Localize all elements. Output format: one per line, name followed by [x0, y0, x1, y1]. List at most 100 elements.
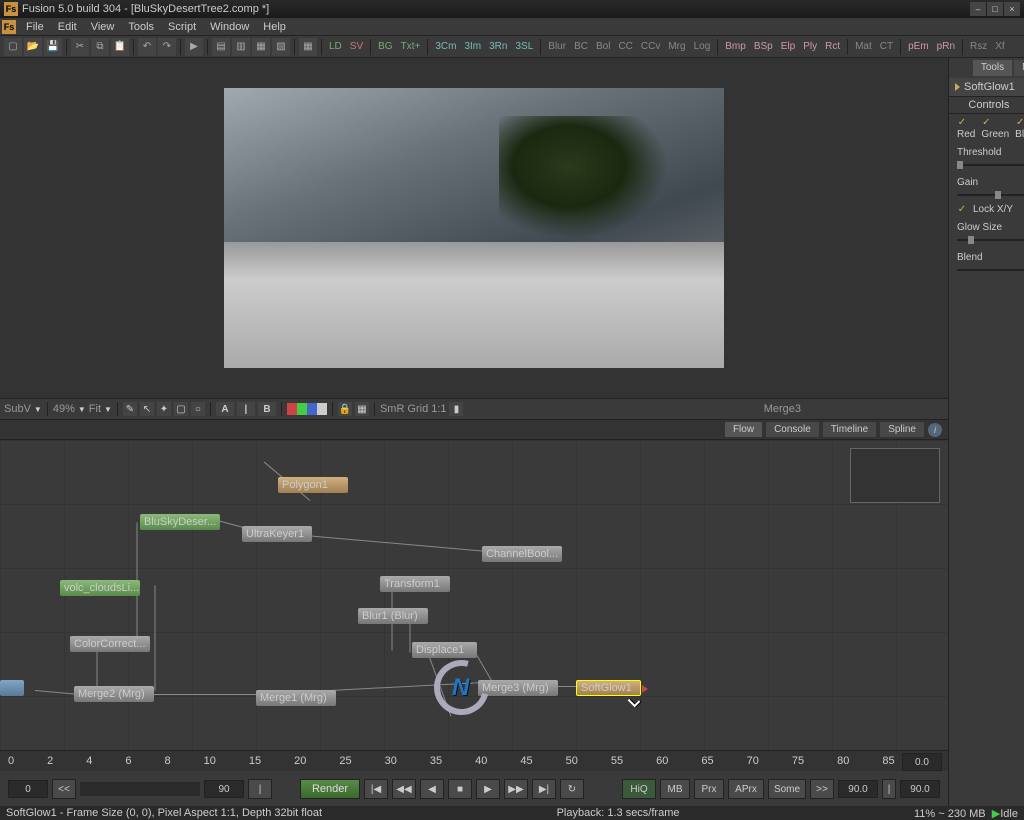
tab-tools[interactable]: Tools	[973, 60, 1012, 76]
viewer[interactable]	[0, 58, 948, 398]
node-ultrakeyer[interactable]: UltraKeyer1	[242, 526, 312, 542]
tool-bsp[interactable]: BSp	[751, 41, 776, 52]
menu-help[interactable]: Help	[257, 21, 292, 33]
bins-icon[interactable]: ▦	[299, 38, 317, 56]
node-merge1[interactable]: Merge1 (Mrg)	[256, 690, 336, 706]
tool-pem[interactable]: pEm	[905, 41, 932, 52]
range-end-btn[interactable]: |	[248, 779, 272, 799]
mb-button[interactable]: MB	[660, 779, 690, 799]
fit-button[interactable]: Fit	[89, 403, 101, 415]
prx-button[interactable]: Prx	[694, 779, 724, 799]
layout3-icon[interactable]: ▦	[252, 38, 270, 56]
minimize-button[interactable]: –	[970, 2, 986, 16]
tool-bol[interactable]: Bol	[593, 41, 613, 52]
smr-button[interactable]: SmR	[380, 403, 404, 415]
tool-ct[interactable]: CT	[877, 41, 896, 52]
brush-icon[interactable]: ✎	[123, 402, 137, 416]
tab-timeline[interactable]: Timeline	[823, 422, 876, 437]
end-bracket[interactable]: |	[882, 779, 896, 799]
goto-start-button[interactable]: |◀	[364, 779, 388, 799]
tool-3cm[interactable]: 3Cm	[432, 41, 459, 52]
glowsize-slider[interactable]	[957, 238, 1024, 242]
check-blue[interactable]: ✓	[1015, 118, 1024, 128]
node-channelbool[interactable]: ChannelBool...	[482, 546, 562, 562]
tool-sv[interactable]: SV	[347, 41, 366, 52]
tool-bc[interactable]: BC	[571, 41, 591, 52]
tool-ld[interactable]: LD	[326, 41, 345, 52]
undo-icon[interactable]: ↶	[138, 38, 156, 56]
stop-button[interactable]: ■	[448, 779, 472, 799]
play-back-button[interactable]: ◀	[420, 779, 444, 799]
tool-3sl[interactable]: 3SL	[512, 41, 536, 52]
menu-edit[interactable]: Edit	[52, 21, 83, 33]
tool-bmp[interactable]: Bmp	[722, 41, 749, 52]
tool-blur[interactable]: Blur	[545, 41, 569, 52]
flow-navigator[interactable]	[850, 448, 940, 503]
gain-slider[interactable]	[957, 193, 1024, 197]
node-softglow[interactable]: SoftGlow1	[576, 680, 641, 696]
tab-console[interactable]: Console	[766, 422, 819, 437]
render-end2[interactable]: 90.0	[900, 780, 940, 798]
menu-file[interactable]: File	[20, 21, 50, 33]
lock-icon[interactable]: 🔒	[338, 402, 352, 416]
menu-script[interactable]: Script	[162, 21, 202, 33]
tool-xf[interactable]: Xf	[992, 41, 1007, 52]
circle-icon[interactable]: ○	[191, 402, 205, 416]
open-icon[interactable]: 📂	[24, 38, 42, 56]
tool-ply[interactable]: Ply	[800, 41, 820, 52]
render-button[interactable]: Render	[300, 779, 360, 799]
node-transform[interactable]: Transform1	[380, 576, 450, 592]
loop-button[interactable]: ↻	[560, 779, 584, 799]
check-green[interactable]: ✓	[981, 118, 991, 128]
tool-icon[interactable]: ↖	[140, 402, 154, 416]
time-current[interactable]: 0.0	[902, 753, 942, 771]
layout1-icon[interactable]: ▤	[212, 38, 230, 56]
node-input[interactable]	[0, 680, 24, 696]
tool-rsz[interactable]: Rsz	[967, 41, 990, 52]
tool-log[interactable]: Log	[691, 41, 714, 52]
subview-dropdown[interactable]: SubV	[4, 403, 31, 415]
new-icon[interactable]: ▢	[4, 38, 22, 56]
tab-flow[interactable]: Flow	[725, 422, 762, 437]
range-start[interactable]: 0	[8, 780, 48, 798]
tool-bg[interactable]: BG	[375, 41, 395, 52]
layout4-icon[interactable]: ▧	[272, 38, 290, 56]
tool-prn[interactable]: pRn	[934, 41, 958, 52]
tool-3rn[interactable]: 3Rn	[486, 41, 510, 52]
zoom-level[interactable]: 49%	[53, 403, 75, 415]
checker-icon[interactable]: ▦	[355, 402, 369, 416]
range-end[interactable]: 90	[204, 780, 244, 798]
node-blur[interactable]: Blur1 (Blur)	[358, 608, 428, 624]
flow-editor[interactable]: Polygon1 BluSkyDeser... UltraKeyer1 Chan…	[0, 440, 948, 750]
redo-icon[interactable]: ↷	[158, 38, 176, 56]
tool-ccv[interactable]: CCv	[638, 41, 663, 52]
tool-mrg[interactable]: Mrg	[665, 41, 688, 52]
copy-icon[interactable]: ⧉	[91, 38, 109, 56]
save-icon[interactable]: 💾	[44, 38, 62, 56]
threshold-slider[interactable]	[957, 163, 1024, 167]
check-lockxy[interactable]: ✓	[957, 205, 967, 215]
blend-slider[interactable]	[957, 268, 1024, 272]
channel-swatches[interactable]	[287, 403, 327, 415]
play-fwd-button[interactable]: ▶	[476, 779, 500, 799]
check-red[interactable]: ✓	[957, 118, 967, 128]
tab-spline[interactable]: Spline	[880, 422, 924, 437]
play-icon[interactable]: ▶	[185, 38, 203, 56]
advance-button[interactable]: >>	[810, 779, 834, 799]
tool-elp[interactable]: Elp	[778, 41, 798, 52]
inspector-title[interactable]: SoftGlow1	[949, 78, 1024, 96]
node-volc[interactable]: volc_cloudsLi...	[60, 580, 140, 596]
tool-cc[interactable]: CC	[615, 41, 635, 52]
layout2-icon[interactable]: ▥	[232, 38, 250, 56]
tool-3im[interactable]: 3Im	[461, 41, 484, 52]
node-merge2[interactable]: Merge2 (Mrg)	[74, 686, 154, 702]
maximize-button[interactable]: □	[987, 2, 1003, 16]
node-colorcorrect[interactable]: ColorCorrect...	[70, 636, 150, 652]
menu-tools[interactable]: Tools	[122, 21, 160, 33]
node-merge3[interactable]: Merge3 (Mrg)	[478, 680, 558, 696]
tool-txt[interactable]: Txt+	[398, 41, 424, 52]
paste-icon[interactable]: 📋	[111, 38, 129, 56]
aprx-button[interactable]: APrx	[728, 779, 764, 799]
menu-window[interactable]: Window	[204, 21, 255, 33]
time-ruler[interactable]: 024681015202530354045505560657075808590 …	[0, 751, 948, 771]
